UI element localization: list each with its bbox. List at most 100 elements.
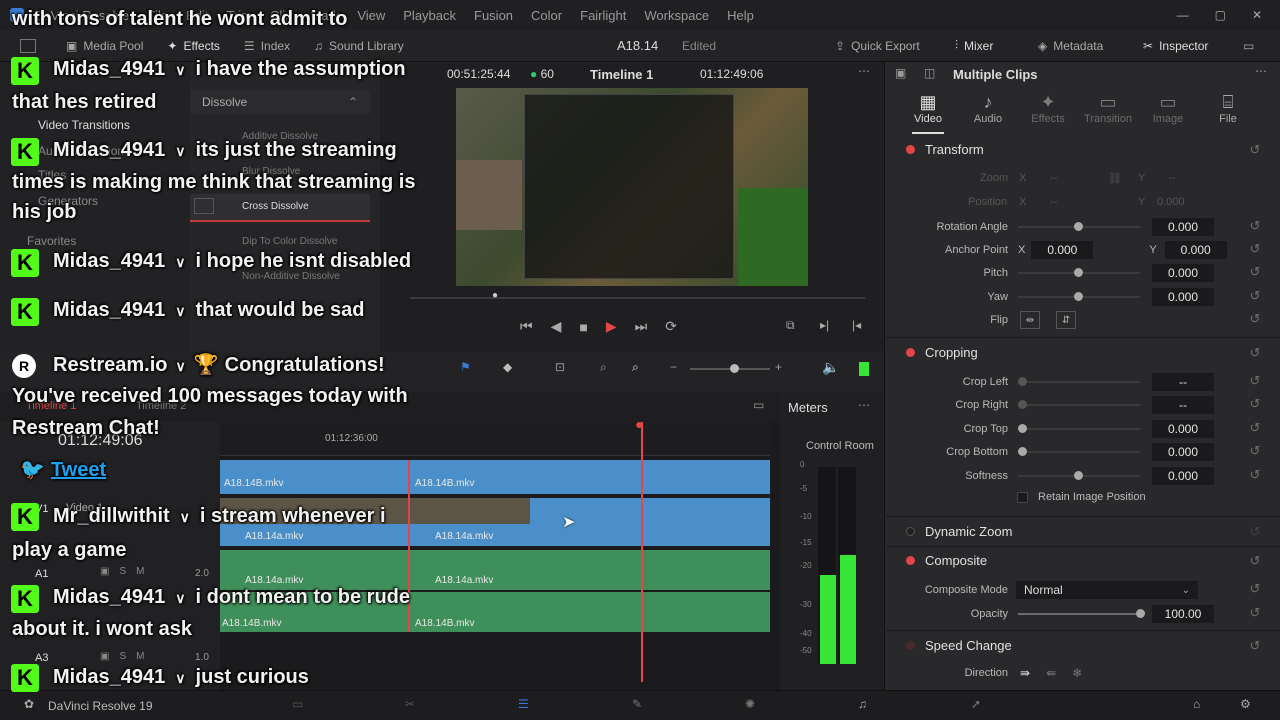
slider-handle[interactable] (1074, 292, 1083, 301)
close-icon[interactable]: ✕ (1252, 8, 1262, 22)
forward-icon[interactable]: ⇛ (1020, 666, 1030, 680)
yaw-value[interactable]: 0.000 (1152, 288, 1214, 306)
timeline-playhead[interactable] (641, 422, 643, 682)
zoom-x-value[interactable]: -- (1050, 172, 1057, 184)
reset-icon[interactable]: ↺ (1243, 581, 1267, 597)
slider-handle[interactable] (1018, 424, 1027, 433)
color-page-icon[interactable]: ✺ (745, 697, 755, 711)
link-icon[interactable]: ⛓ (1108, 172, 1122, 185)
rotation-slider[interactable] (1018, 222, 1140, 231)
yaw-slider[interactable] (1018, 292, 1140, 301)
fairlight-page-icon[interactable]: ♫ (858, 697, 867, 711)
collapse-icon[interactable]: ⌃ (348, 95, 358, 109)
reset-icon[interactable]: ↺ (1243, 218, 1267, 234)
reset-icon[interactable]: ↺ (1243, 524, 1267, 540)
dissolve-header[interactable]: Dissolve ⌃ (190, 90, 370, 114)
quick-export-button[interactable]: ⇪ Quick Export (835, 39, 920, 53)
reset-icon[interactable]: ↺ (1243, 443, 1267, 459)
zoom-slider[interactable] (690, 364, 770, 373)
menu-color[interactable]: Color (531, 8, 562, 23)
zoom-slider-handle[interactable] (730, 364, 739, 373)
crop-left-slider[interactable] (1018, 377, 1140, 386)
crop-top-value[interactable]: 0.000 (1152, 420, 1214, 438)
opacity-slider[interactable] (1018, 609, 1145, 618)
effects-button[interactable]: ✦ Effects (167, 39, 220, 53)
rotation-value[interactable]: 0.000 (1152, 218, 1214, 236)
reset-icon[interactable]: ↺ (1243, 605, 1267, 621)
enable-toggle[interactable] (906, 348, 915, 357)
loop-icon[interactable]: ⟳ (665, 318, 677, 335)
speaker-icon[interactable]: 🔈 (822, 359, 839, 376)
dynamic-zoom-header[interactable]: Dynamic Zoom (906, 524, 1012, 539)
reverse-icon[interactable]: ⇚ (1046, 666, 1056, 680)
zoom-fit-icon[interactable]: ⊡ (555, 360, 565, 374)
pitch-slider[interactable] (1018, 268, 1140, 277)
media-pool-button[interactable]: ▣ Media Pool (66, 39, 143, 53)
mute-button[interactable]: M (136, 651, 144, 662)
tab-file[interactable]: ⌸ File (1198, 92, 1258, 125)
softness-slider[interactable] (1018, 471, 1140, 480)
opacity-value[interactable]: 100.00 (1152, 605, 1214, 623)
mute-button[interactable]: M (136, 566, 144, 577)
position-y-value[interactable]: 0.000 (1157, 196, 1185, 208)
media-page-icon[interactable]: ▭ (292, 697, 303, 711)
zoom-out-icon[interactable]: − (670, 360, 677, 374)
cut-page-icon[interactable]: ✂ (405, 697, 415, 711)
play-reverse-icon[interactable]: ◀ (551, 318, 562, 335)
lock-icon[interactable]: ▣ (100, 651, 109, 662)
jump-end-icon[interactable]: ⏭ (635, 318, 648, 335)
enable-toggle[interactable] (906, 527, 915, 536)
match-frame-icon[interactable]: ⧉ (786, 318, 795, 333)
cropping-header[interactable]: Cropping (906, 345, 978, 360)
reset-icon[interactable]: ↺ (1243, 288, 1267, 304)
crop-right-value[interactable]: -- (1152, 396, 1214, 414)
sound-library-button[interactable]: ♫ Sound Library (314, 39, 404, 53)
tab-video[interactable]: ▦ Video (898, 92, 958, 125)
tree-favorites[interactable]: Favorites (27, 234, 76, 248)
mixer-button[interactable]: ⫶ Mixer (955, 38, 993, 53)
reset-icon[interactable]: ↺ (1243, 373, 1267, 389)
enable-toggle[interactable] (906, 556, 915, 565)
tweet-link[interactable]: 🐦 Tweet (20, 457, 106, 482)
effect-item-selected[interactable]: Cross Dissolve (190, 194, 370, 222)
tab-image[interactable]: ▭ Image (1138, 92, 1198, 125)
enable-toggle[interactable] (906, 641, 915, 650)
slider-handle[interactable] (1136, 609, 1145, 618)
slider-handle[interactable] (1074, 268, 1083, 277)
zoom-y-value[interactable]: -- (1168, 172, 1175, 184)
enable-toggle[interactable] (906, 145, 915, 154)
stop-icon[interactable]: ■ (579, 319, 587, 335)
solo-button[interactable]: S (119, 651, 126, 662)
minimize-icon[interactable]: — (1177, 8, 1189, 22)
flip-vertical-icon[interactable]: ⇵ (1056, 311, 1076, 329)
slider-handle[interactable] (1074, 471, 1083, 480)
timeline-view-icon[interactable]: ▭ (753, 398, 764, 412)
reset-icon[interactable]: ↺ (1243, 420, 1267, 436)
jump-start-icon[interactable]: ⏮ (520, 318, 533, 335)
next-icon[interactable]: ▸| (820, 318, 829, 332)
tab-transition[interactable]: ▭ Transition (1078, 92, 1138, 125)
inspector-button[interactable]: ✂ Inspector (1143, 39, 1208, 53)
menu-workspace[interactable]: Workspace (644, 8, 709, 23)
tab-effects[interactable]: ✦ Effects (1018, 92, 1078, 125)
slider-handle[interactable] (1018, 400, 1027, 409)
crop-bottom-slider[interactable] (1018, 447, 1140, 456)
reset-icon[interactable]: ↺ (1243, 553, 1267, 569)
edit-page-icon[interactable]: ☰ (518, 697, 529, 711)
fullscreen-icon[interactable]: ▭ (1243, 39, 1254, 53)
maximize-icon[interactable]: ▢ (1215, 8, 1226, 22)
freeze-icon[interactable]: ❄ (1072, 666, 1082, 680)
menu-fairlight[interactable]: Fairlight (580, 8, 626, 23)
viewer-options-icon[interactable]: ⋯ (858, 64, 870, 78)
position-x-value[interactable]: -- (1050, 196, 1057, 208)
zoom-detail-icon[interactable]: ⌕ (600, 360, 607, 375)
play-icon[interactable]: ▶ (606, 318, 617, 335)
reset-icon[interactable]: ↺ (1243, 142, 1267, 158)
reset-icon[interactable]: ↺ (1243, 396, 1267, 412)
metadata-button[interactable]: ◈ Metadata (1038, 39, 1103, 53)
menu-help[interactable]: Help (727, 8, 754, 23)
scrubber-bar[interactable] (410, 297, 865, 299)
anchor-y-value[interactable]: 0.000 (1164, 241, 1227, 259)
inspector-options-icon[interactable]: ⋯ (1255, 64, 1267, 78)
reset-icon[interactable]: ↺ (1243, 638, 1267, 654)
